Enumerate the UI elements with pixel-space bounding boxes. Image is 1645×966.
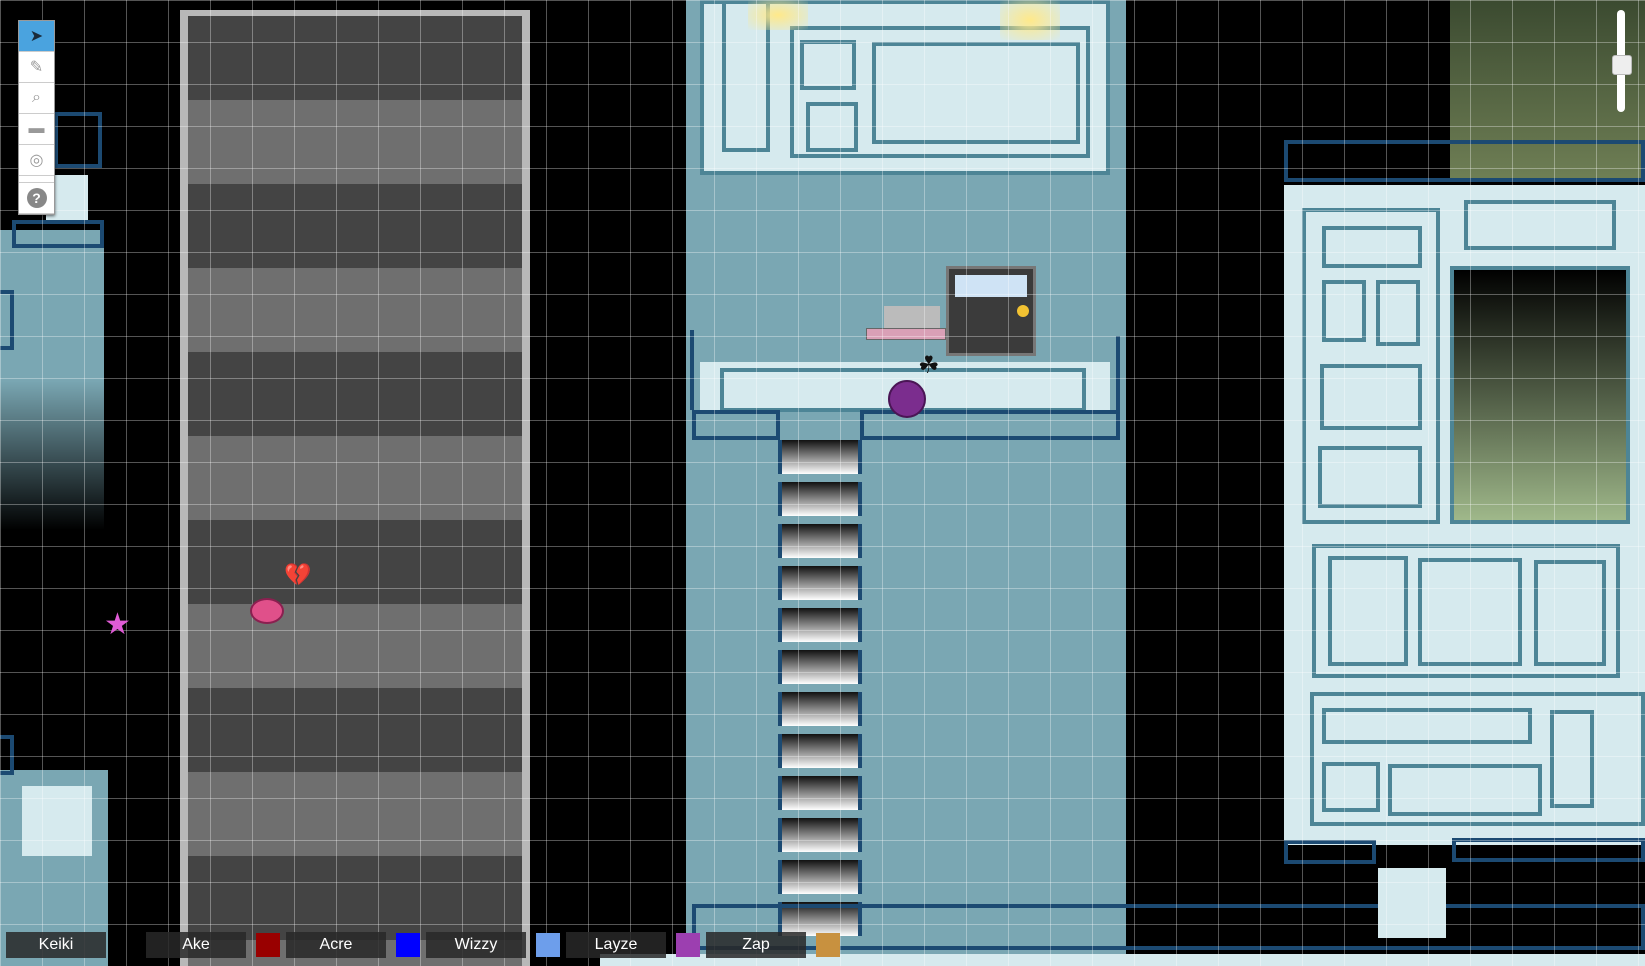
- player-color-swatch: [816, 933, 840, 957]
- right-panel: [1322, 226, 1422, 268]
- ceiling-light: [1000, 0, 1060, 40]
- right-lower-rail: [1284, 840, 1376, 864]
- corridor: [180, 10, 530, 966]
- stair-step: [778, 608, 862, 642]
- right-panel: [1550, 710, 1594, 808]
- purple-creature-token[interactable]: [888, 380, 926, 418]
- player-name: Ake: [146, 932, 246, 958]
- stair-step: [778, 818, 862, 852]
- stair-step: [778, 440, 862, 474]
- stair-step: [778, 482, 862, 516]
- player-list: Keiki Ake Acre Wizzy Layze Zap: [6, 932, 846, 958]
- central-upper-panel-c: [872, 42, 1080, 144]
- player-name: Zap: [706, 932, 806, 958]
- left-railing: [12, 220, 104, 248]
- central-upper-panel-a: [800, 40, 856, 90]
- left-bottom-panel: [22, 786, 92, 856]
- balcony-rail-left: [692, 410, 780, 440]
- player-entry[interactable]: Zap: [706, 932, 840, 958]
- tool-palette: ➤ ✎ ⌕ ▬ ◎ ?: [18, 20, 55, 215]
- magnifier-icon: ⌕: [32, 89, 41, 106]
- player-entry[interactable]: Acre: [286, 932, 420, 958]
- ruler-icon: ▬: [28, 120, 45, 137]
- broken-heart-token[interactable]: 💔: [284, 564, 311, 586]
- player-entry[interactable]: Layze: [566, 932, 700, 958]
- right-panel: [1376, 280, 1420, 346]
- pink-star-token[interactable]: ★: [104, 610, 131, 640]
- pink-blob-token[interactable]: [250, 598, 284, 624]
- right-crate-shelf: [1464, 200, 1616, 250]
- stair-step: [778, 566, 862, 600]
- player-color-swatch: [256, 933, 280, 957]
- player-entry[interactable]: Keiki: [6, 932, 140, 958]
- player-name: Layze: [566, 932, 666, 958]
- draw-tool-button[interactable]: ✎: [19, 52, 54, 83]
- ceiling-light: [748, 0, 808, 30]
- right-dark-stairwell: [1450, 266, 1630, 524]
- right-panel: [1322, 708, 1532, 744]
- right-lower-rail: [1452, 838, 1645, 862]
- door[interactable]: [946, 266, 1036, 356]
- zoom-slider-handle[interactable]: [1612, 55, 1632, 75]
- crosshair-icon: ◎: [29, 152, 44, 169]
- player-name: Wizzy: [426, 932, 526, 958]
- measure-tool-button[interactable]: ▬: [19, 114, 54, 145]
- player-entry[interactable]: Wizzy: [426, 932, 560, 958]
- player-color-swatch: [536, 933, 560, 957]
- leaf-token[interactable]: ☘: [918, 354, 940, 378]
- stair-step: [778, 692, 862, 726]
- left-bottom-rail: [0, 735, 14, 775]
- cursor-icon: ➤: [29, 28, 44, 45]
- right-panel: [1322, 762, 1380, 812]
- right-bottom-panel: [1378, 868, 1446, 938]
- left-rail-post: [0, 290, 14, 350]
- right-panel: [1534, 560, 1606, 666]
- player-name: Keiki: [6, 932, 106, 958]
- right-panel: [1418, 558, 1522, 666]
- stair-step: [778, 734, 862, 768]
- door-knob: [1017, 305, 1029, 317]
- stair-step: [778, 650, 862, 684]
- left-window: [54, 112, 102, 168]
- stair-step: [778, 776, 862, 810]
- right-panel: [1328, 556, 1408, 666]
- right-panel: [1320, 364, 1422, 430]
- balcony-post-right: [1116, 336, 1120, 416]
- central-upper-panel-b: [806, 102, 858, 152]
- help-button[interactable]: ?: [19, 182, 54, 214]
- player-name: Acre: [286, 932, 386, 958]
- player-entry[interactable]: Ake: [146, 932, 280, 958]
- left-building-shadow: [0, 380, 104, 530]
- stair-step: [778, 860, 862, 894]
- select-tool-button[interactable]: ➤: [19, 21, 54, 52]
- stair-step: [778, 524, 862, 558]
- door-window: [955, 275, 1027, 297]
- right-panel: [1322, 280, 1366, 342]
- zoom-tool-button[interactable]: ⌕: [19, 83, 54, 114]
- right-panel: [1318, 446, 1422, 508]
- player-color-swatch: [676, 933, 700, 957]
- right-panel: [1388, 764, 1542, 816]
- sign-bench: [866, 328, 946, 340]
- target-tool-button[interactable]: ◎: [19, 145, 54, 176]
- balcony-post-left: [690, 330, 694, 410]
- pencil-icon: ✎: [29, 59, 44, 76]
- right-top-railing: [1284, 140, 1645, 182]
- help-icon: ?: [26, 188, 47, 208]
- player-color-swatch: [396, 933, 420, 957]
